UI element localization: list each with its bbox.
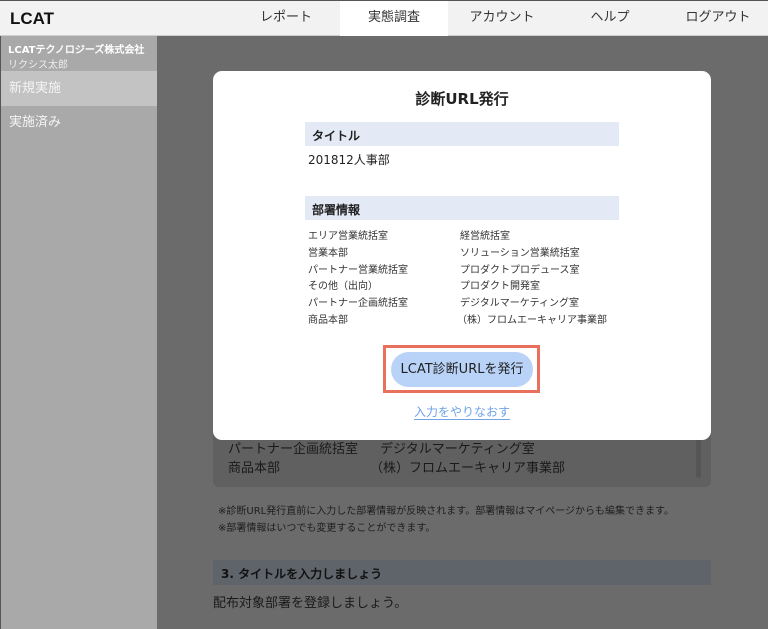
title-label: タイトル <box>305 122 619 146</box>
dept-item: プロダクト開発室 <box>460 281 540 293</box>
sidebar-item-done[interactable]: 実施済み <box>1 106 157 140</box>
nav-report[interactable]: レポート <box>232 1 340 36</box>
modal-title: 診断URL発行 <box>415 90 509 108</box>
dept-item: （株）フロムエーキャリア事業部 <box>370 461 566 476</box>
title-value: 201812人事部 <box>308 153 390 167</box>
top-header: LCAT レポート 実態調査 アカウント ヘルプ ログアウト <box>0 0 768 36</box>
dept-item: 経営統括室 <box>460 231 510 242</box>
dept-item: （株）フロムエーキャリア事業部 <box>457 315 607 326</box>
dept-item: パートナー企画統括室 <box>308 298 408 310</box>
reset-link[interactable]: 入力をやりなおす <box>413 405 510 420</box>
issue-url-modal: 診断URL発行 タイトル 201812人事部 部署情報 エリア営業統括室 営業本部… <box>213 71 711 440</box>
main-nav: レポート 実態調査 アカウント ヘルプ ログアウト <box>232 1 768 36</box>
dept-label: 部署情報 <box>305 196 619 220</box>
note: ※診断URL発行直前に入力した部署情報が反映されます。部署情報はマイページからも… <box>218 506 675 517</box>
account-info: LCATテクノロジーズ株式会社 リクシス太郎 <box>1 36 157 72</box>
user-name: リクシス太郎 <box>8 60 68 71</box>
sidebar: LCATテクノロジーズ株式会社 リクシス太郎 新規実施 実施済み <box>0 36 157 629</box>
dept-item: プロダクトプロデュース室 <box>460 264 580 276</box>
dept-item: パートナー営業統括室 <box>308 264 408 276</box>
nav-survey[interactable]: 実態調査 <box>340 1 448 36</box>
issue-url-button[interactable]: LCAT診断URLを発行 <box>391 352 533 387</box>
nav-account[interactable]: アカウント <box>448 1 556 36</box>
dept-item: ソリューション営業統括室 <box>460 247 580 259</box>
note: ※部署情報はいつでも変更することができます。 <box>218 523 436 534</box>
section-text: 配布対象部署を登録しましょう。 <box>213 596 408 611</box>
dept-item: デジタルマーケティング室 <box>380 442 535 457</box>
dept-item: その他（出向） <box>308 281 378 293</box>
company-name: LCATテクノロジーズ株式会社 <box>8 45 145 56</box>
nav-help[interactable]: ヘルプ <box>556 1 664 36</box>
dept-item: 商品本部 <box>308 315 348 326</box>
dept-item: 営業本部 <box>308 247 348 259</box>
section-header: 3. タイトルを入力しましょう <box>213 560 711 585</box>
dept-item: エリア営業統括室 <box>308 231 388 242</box>
dept-item: パートナー企画統括室 <box>228 442 359 457</box>
dept-item: デジタルマーケティング室 <box>460 298 579 310</box>
dept-item: 商品本部 <box>228 461 281 476</box>
sidebar-item-new[interactable]: 新規実施 <box>1 72 157 106</box>
logo: LCAT <box>10 9 55 28</box>
reset-link-wrap: 入力をやりなおす <box>213 403 711 420</box>
nav-logout[interactable]: ログアウト <box>664 1 768 36</box>
